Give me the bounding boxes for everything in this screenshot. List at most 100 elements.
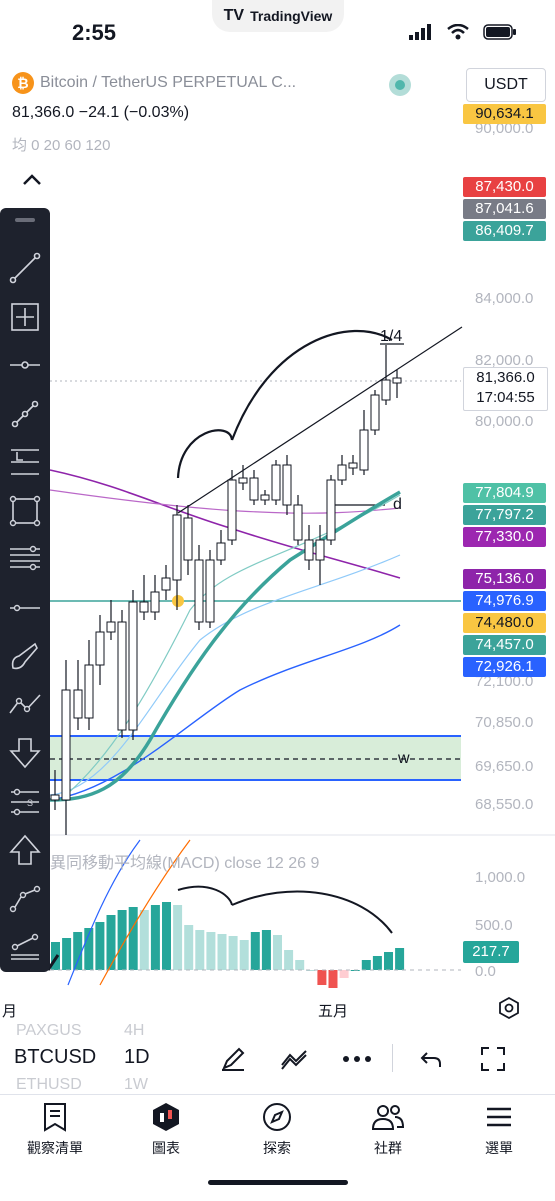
undo-icon[interactable] <box>416 1044 446 1074</box>
ghost-symbol-next: ETHUSD <box>16 1076 82 1093</box>
tab-label: 選單 <box>485 1140 513 1156</box>
path-icon[interactable] <box>5 879 45 919</box>
macd-bar <box>250 932 260 970</box>
macd-bar <box>284 950 294 970</box>
macd-histogram <box>51 902 405 988</box>
current-price: 81,366.0 <box>476 369 535 386</box>
fullscreen-icon[interactable] <box>478 1044 508 1074</box>
tab-community[interactable]: 社群 <box>338 1100 438 1158</box>
macd-bar <box>73 932 83 970</box>
macd-bar <box>228 936 238 970</box>
macd-bar <box>217 934 227 970</box>
svg-text:S: S <box>27 798 33 808</box>
arrow-up-icon[interactable] <box>5 830 45 870</box>
macd-bar <box>339 970 349 978</box>
macd-bar <box>162 902 171 970</box>
trend-line-icon[interactable] <box>5 248 45 288</box>
compass-icon <box>263 1103 291 1131</box>
tab-chart[interactable]: 圖表 <box>116 1100 216 1158</box>
candle-body <box>392 377 402 384</box>
macd-bar <box>150 905 160 970</box>
symbol-title: Bitcoin / TetherUS PERPETUAL C... <box>40 74 297 91</box>
currency-selector[interactable]: USDT <box>466 68 546 102</box>
candle-body <box>183 517 193 561</box>
axis-label: 80,000.0 <box>475 413 534 430</box>
macd-bar <box>184 925 194 970</box>
macd-bar <box>361 960 371 970</box>
macd-bar <box>195 930 205 970</box>
macd-arc-2 <box>231 890 393 934</box>
tab-label: 觀察清單 <box>27 1140 83 1156</box>
macd-bar <box>206 932 216 970</box>
horizontal-line-icon[interactable] <box>5 588 45 628</box>
macd-bar <box>395 948 405 970</box>
macd-value-tag: 217.7 <box>463 941 519 963</box>
macd-bar <box>128 907 138 970</box>
macd-bar <box>173 905 183 970</box>
cross-move-icon[interactable] <box>5 297 45 337</box>
candle-body <box>106 621 116 633</box>
indicators-icon[interactable] <box>280 1044 310 1074</box>
price-tag: 74,457.0 <box>463 635 546 655</box>
pitchfork-icon[interactable] <box>5 539 45 579</box>
candle-body <box>128 601 138 731</box>
price-tag: 72,926.1 <box>463 657 546 677</box>
macd-bar <box>106 915 116 970</box>
ma-legend[interactable]: 均 0 20 60 120 <box>12 134 110 155</box>
candle-body <box>216 542 226 561</box>
w-annotation[interactable]: w <box>398 750 410 768</box>
candle-body <box>337 464 347 481</box>
candle-body <box>348 462 358 469</box>
macd-axis-label: 500.0 <box>475 917 513 934</box>
price-tag: 77,804.9 <box>463 483 546 503</box>
candle-body <box>50 794 60 801</box>
d-annotation[interactable]: d <box>393 496 402 514</box>
time-label: 五月 <box>318 1003 349 1020</box>
symbol-legend[interactable]: ₿ Bitcoin / TetherUS PERPETUAL C... <box>12 72 296 94</box>
forecast-icon[interactable] <box>5 927 45 967</box>
more-icon[interactable] <box>342 1044 372 1074</box>
ghost-symbol-prev: PAXGUS <box>16 1022 82 1039</box>
macd-bar <box>239 940 249 970</box>
fib-retracement-icon[interactable] <box>5 394 45 434</box>
macd-bar <box>273 935 282 970</box>
toolbar-grip[interactable] <box>15 218 35 222</box>
tab-watchlist[interactable]: 觀察清單 <box>5 1100 105 1158</box>
toolbar-divider <box>392 1044 393 1072</box>
macd-title[interactable]: 異同移動平均線(MACD) close 12 26 9 <box>50 849 319 873</box>
draw-icon[interactable] <box>218 1044 248 1074</box>
candle-body <box>150 591 160 613</box>
price-tag: 75,136.0 <box>463 569 546 589</box>
tab-menu[interactable]: 選單 <box>449 1100 549 1158</box>
candle-body <box>381 379 391 401</box>
price-tag: 74,480.0 <box>463 613 546 633</box>
interval-selector[interactable]: 1D <box>124 1046 150 1069</box>
home-indicator <box>208 1180 348 1185</box>
axis-label: 68,550.0 <box>475 796 534 813</box>
candle-body <box>205 559 215 623</box>
alert-marker[interactable] <box>172 595 184 607</box>
macd-bar <box>62 938 72 970</box>
price-label-icon[interactable] <box>5 442 45 482</box>
fraction-annotation[interactable]: 1/4 <box>380 328 402 346</box>
axis-label: 69,650.0 <box>475 758 534 775</box>
tab-explore[interactable]: 探索 <box>227 1100 327 1158</box>
brush-icon[interactable] <box>5 636 45 676</box>
axis-label: 70,850.0 <box>475 714 534 731</box>
chart-icon <box>153 1103 179 1131</box>
chevron-up-icon[interactable] <box>18 168 46 192</box>
pattern-icon[interactable] <box>5 685 45 725</box>
macd-bar <box>384 952 393 970</box>
settings-icon[interactable] <box>497 996 521 1020</box>
rectangle-icon[interactable] <box>5 491 45 531</box>
horizontal-ray-icon[interactable] <box>5 345 45 385</box>
current-price-box: 81,366.0 17:04:55 <box>463 367 548 411</box>
ghost-interval-prev: 4H <box>124 1022 145 1039</box>
bitcoin-logo-icon: ₿ <box>12 72 34 94</box>
symbol-selector[interactable]: BTCUSD <box>14 1046 96 1069</box>
price-tag: 90,634.1 <box>463 104 546 124</box>
arrow-down-icon[interactable] <box>5 733 45 773</box>
price-tag: 74,976.9 <box>463 591 546 611</box>
projection-icon[interactable]: S <box>5 782 45 822</box>
candle-body <box>117 621 127 731</box>
